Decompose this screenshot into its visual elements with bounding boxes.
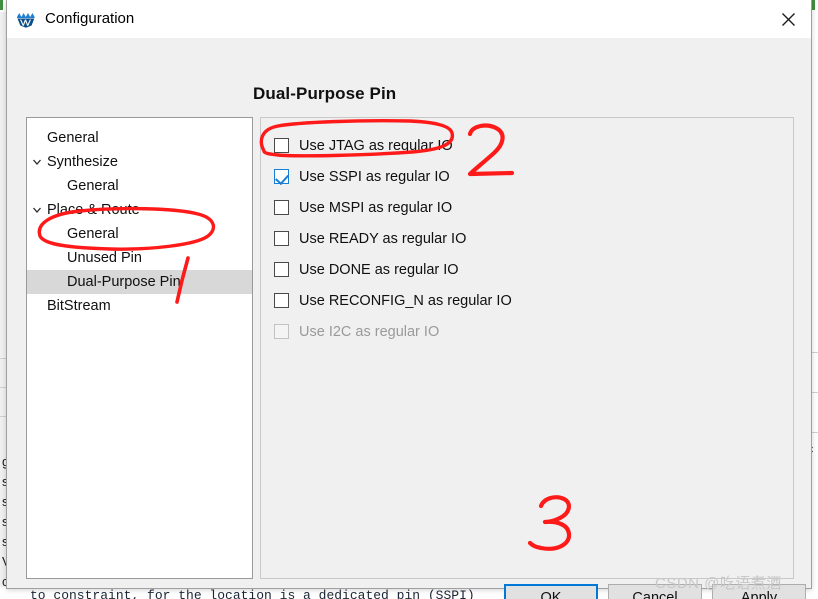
checkbox-i2c — [274, 324, 289, 339]
tree-item-place-and-route[interactable]: Place & Route — [27, 198, 252, 222]
checkbox-mspi[interactable] — [274, 200, 289, 215]
option-label: Use MSPI as regular IO — [299, 199, 453, 216]
option-label: Use DONE as regular IO — [299, 261, 459, 278]
ok-button[interactable]: OK — [504, 584, 598, 599]
tree-item-label: Dual-Purpose Pin — [67, 274, 181, 290]
checkbox-jtag[interactable] — [274, 138, 289, 153]
gowin-logo-icon — [15, 8, 37, 30]
tree-item-general-top[interactable]: General — [27, 126, 252, 150]
option-label: Use I2C as regular IO — [299, 323, 440, 340]
csdn-watermark: CSDN @吃语煮酒 — [655, 575, 782, 592]
dialog-title: Configuration — [45, 10, 135, 27]
checkbox-done[interactable] — [274, 262, 289, 277]
tree-item-label: Unused Pin — [67, 250, 142, 266]
tree-item-pnr-general[interactable]: General — [27, 222, 252, 246]
tree-item-synthesize[interactable]: Synthesize — [27, 150, 252, 174]
dialog-titlebar: Configuration — [7, 0, 811, 38]
tree-item-label: Place & Route — [47, 202, 140, 218]
tree-item-synthesize-general[interactable]: General — [27, 174, 252, 198]
option-row-reconfig-n[interactable]: Use RECONFIG_N as regular IO — [261, 285, 793, 316]
option-row-ready[interactable]: Use READY as regular IO — [261, 223, 793, 254]
tree-item-label: BitStream — [47, 298, 111, 314]
tree-item-dual-purpose-pin[interactable]: Dual-Purpose Pin — [27, 270, 252, 294]
option-row-i2c: Use I2C as regular IO — [261, 316, 793, 347]
option-label: Use RECONFIG_N as regular IO — [299, 292, 512, 309]
chevron-down-icon[interactable] — [27, 204, 47, 216]
close-icon[interactable] — [765, 0, 811, 38]
chevron-down-icon[interactable] — [27, 156, 47, 168]
option-row-sspi[interactable]: Use SSPI as regular IO — [261, 161, 793, 192]
settings-tree[interactable]: General Synthesize General Place & Route… — [26, 117, 253, 579]
tree-item-label: General — [67, 226, 119, 242]
tree-item-label: General — [67, 178, 119, 194]
option-row-done[interactable]: Use DONE as regular IO — [261, 254, 793, 285]
option-row-mspi[interactable]: Use MSPI as regular IO — [261, 192, 793, 223]
checkbox-ready[interactable] — [274, 231, 289, 246]
option-label: Use SSPI as regular IO — [299, 168, 450, 185]
tree-item-label: General — [47, 130, 99, 146]
dual-purpose-pin-options: Use JTAG as regular IO Use SSPI as regul… — [260, 117, 794, 579]
page-title: Dual-Purpose Pin — [253, 84, 397, 103]
checkbox-reconfig-n[interactable] — [274, 293, 289, 308]
tree-item-unused-pin[interactable]: Unused Pin — [27, 246, 252, 270]
tree-item-label: Synthesize — [47, 154, 118, 170]
option-label: Use READY as regular IO — [299, 230, 467, 247]
configuration-dialog: Configuration Dual-Purpose Pin General S… — [6, 0, 812, 599]
option-label: Use JTAG as regular IO — [299, 137, 453, 154]
tree-item-bitstream[interactable]: BitStream — [27, 294, 252, 318]
dialog-body: Dual-Purpose Pin General Synthesize Gene… — [7, 38, 811, 599]
option-row-jtag[interactable]: Use JTAG as regular IO — [261, 130, 793, 161]
checkbox-sspi[interactable] — [274, 169, 289, 184]
